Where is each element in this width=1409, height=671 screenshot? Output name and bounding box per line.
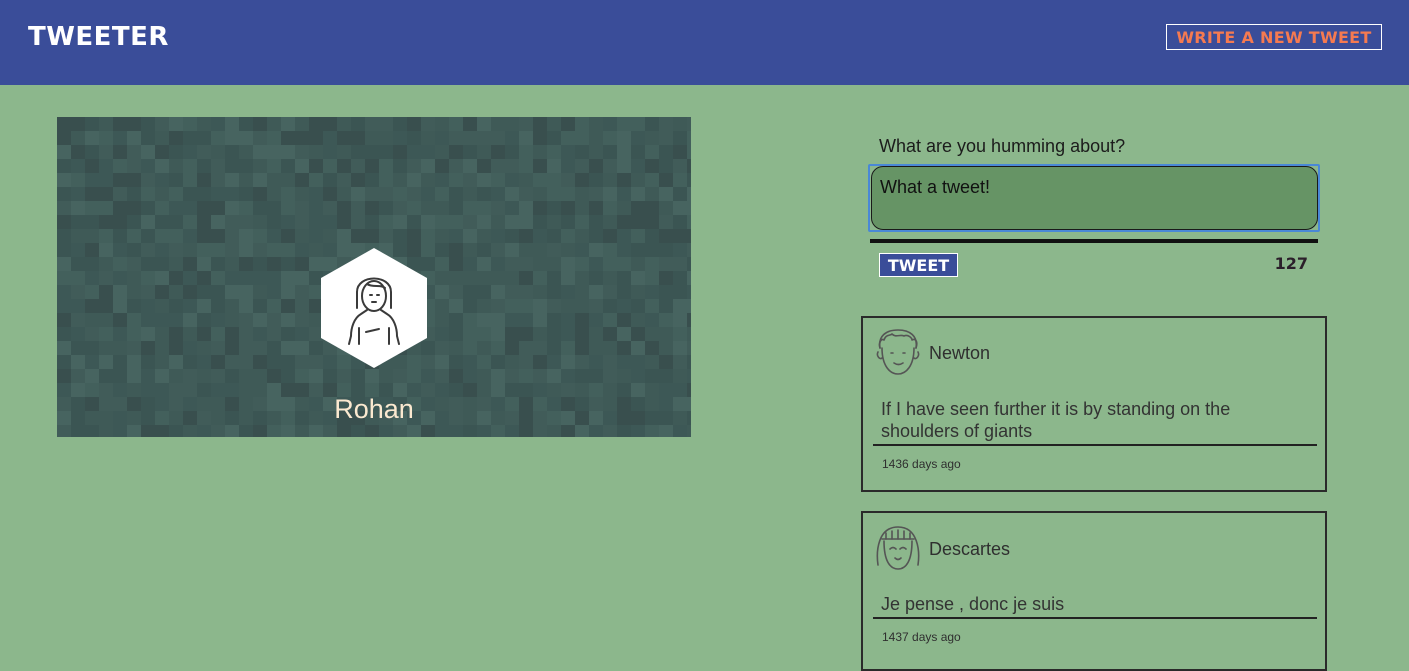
tweet-timestamp: 1437 days ago: [882, 630, 961, 644]
tweet-button[interactable]: TWEET: [879, 253, 958, 277]
newton-avatar-icon: [876, 329, 920, 375]
tweet-text: Je pense , donc je suis: [881, 594, 1065, 614]
profile-avatar-icon: [321, 248, 427, 368]
composer-label: What are you humming about?: [879, 136, 1126, 156]
tweet-card: Descartes Je pense , donc je suis 1437 d…: [861, 511, 1327, 671]
top-nav: TWEETER WRITE A NEW TWEET: [0, 0, 1409, 85]
write-new-tweet-button[interactable]: WRITE A NEW TWEET: [1166, 24, 1382, 50]
descartes-avatar-icon: [876, 526, 920, 570]
tweet-divider: [873, 617, 1317, 619]
tweet-author[interactable]: Descartes: [929, 539, 1010, 560]
profile-name: Rohan: [334, 394, 414, 424]
tweet-divider: [873, 444, 1317, 446]
tweet-textarea[interactable]: [871, 166, 1318, 230]
tweet-text: If I have seen further it is by standing…: [881, 399, 1231, 441]
composer-divider: [870, 239, 1318, 243]
tweet-card: Newton If I have seen further it is by s…: [861, 316, 1327, 492]
tweet-timestamp: 1436 days ago: [882, 457, 961, 471]
character-counter: 127: [1274, 254, 1308, 273]
brand-logo[interactable]: TWEETER: [28, 22, 169, 52]
tweet-author[interactable]: Newton: [929, 343, 990, 364]
